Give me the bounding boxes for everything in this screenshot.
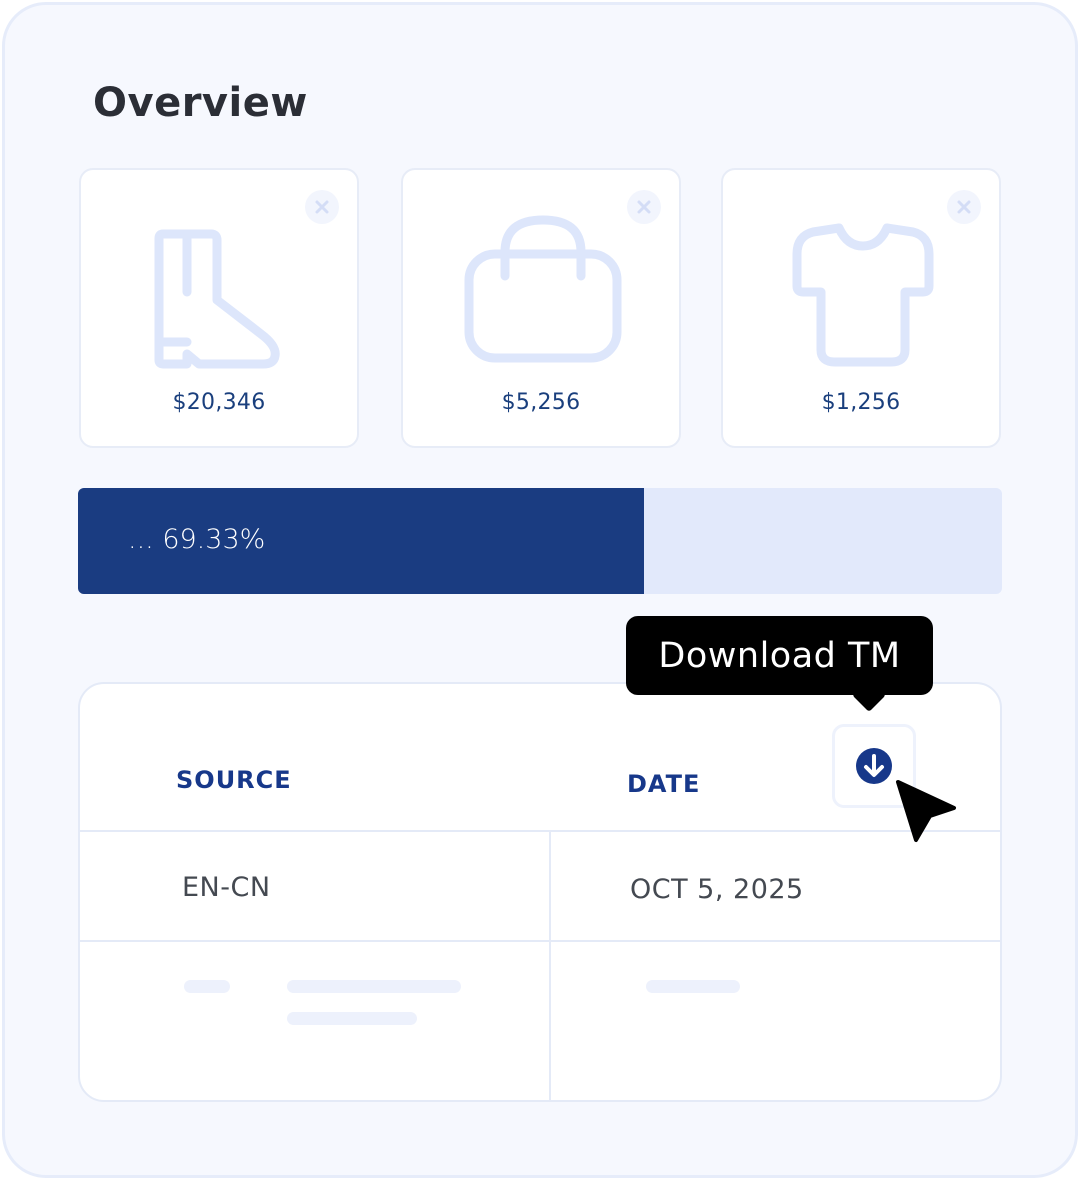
mouse-pointer-icon xyxy=(896,780,956,842)
progress-bar: ... 69.33% xyxy=(78,488,1002,594)
card-price: $20,346 xyxy=(172,390,266,415)
product-card-boot[interactable]: $20,346 xyxy=(79,168,359,448)
skeleton-line xyxy=(646,980,740,993)
download-arrow-icon xyxy=(856,748,892,784)
download-tooltip: Download TM xyxy=(626,616,933,712)
close-icon[interactable] xyxy=(627,190,661,224)
card-price: $1,256 xyxy=(821,390,901,415)
card-price: $5,256 xyxy=(501,390,581,415)
boot-icon xyxy=(154,229,280,369)
skeleton-line xyxy=(287,1012,417,1025)
cell-source: EN-CN xyxy=(182,872,271,903)
product-card-tshirt[interactable]: $1,256 xyxy=(721,168,1001,448)
skeleton-line xyxy=(287,980,461,993)
column-divider xyxy=(549,832,551,1100)
tooltip-text: Download TM xyxy=(658,635,901,676)
cell-date: OCT 5, 2025 xyxy=(630,874,804,905)
table-divider xyxy=(80,940,1000,942)
page-title: Overview xyxy=(93,80,308,126)
product-card-bag[interactable]: $5,256 xyxy=(401,168,681,448)
bag-icon xyxy=(464,215,622,363)
close-icon[interactable] xyxy=(305,190,339,224)
close-icon[interactable] xyxy=(947,190,981,224)
data-table: SOURCE DATE EN-CN OCT 5, 2025 xyxy=(78,682,1002,1102)
skeleton-line xyxy=(184,980,230,993)
table-divider xyxy=(80,830,1000,832)
column-header-source[interactable]: SOURCE xyxy=(176,766,292,794)
column-header-date[interactable]: DATE xyxy=(627,770,700,798)
tshirt-icon xyxy=(792,223,934,367)
progress-label: ... 69.33% xyxy=(128,524,266,555)
